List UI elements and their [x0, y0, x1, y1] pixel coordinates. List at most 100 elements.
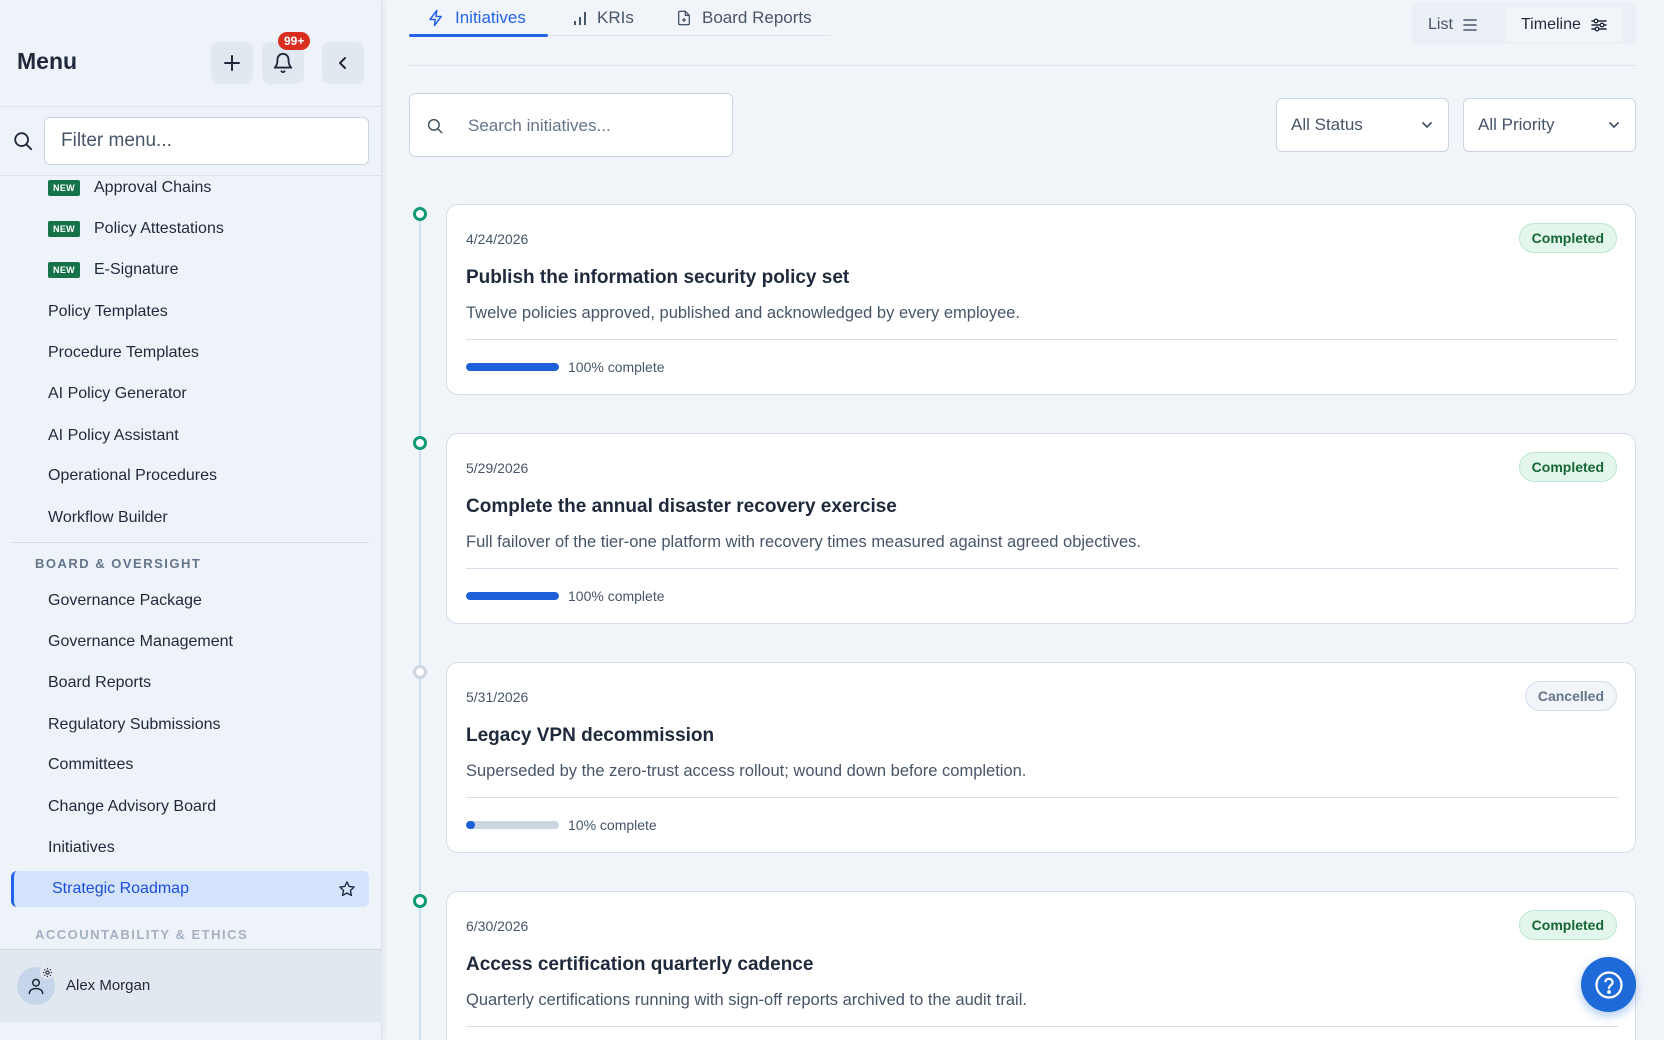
card-divider: [466, 797, 1618, 798]
list-icon: [1463, 19, 1477, 31]
chevron-down-icon: [1609, 122, 1619, 128]
sidebar-item-governance-management[interactable]: Governance Management: [48, 625, 233, 659]
sidebar-item-policy-templates[interactable]: Policy Templates: [48, 295, 168, 329]
add-button[interactable]: [211, 42, 253, 84]
chevron-down-icon: [1422, 122, 1432, 128]
sidebar-item-operational-procedures[interactable]: Operational Procedures: [48, 459, 217, 493]
collapse-sidebar-button[interactable]: [322, 42, 364, 84]
tab-label: Initiatives: [455, 8, 526, 27]
timeline-view-label: Timeline: [1521, 16, 1581, 33]
priority-filter-select[interactable]: All Priority: [1463, 98, 1636, 152]
initiative-card[interactable]: 6/30/2026 Completed Access certification…: [446, 891, 1636, 1040]
sidebar-item-label: Committees: [48, 756, 134, 773]
sidebar-item-initiatives[interactable]: Initiatives: [48, 831, 115, 865]
sidebar-item-workflow-builder[interactable]: Workflow Builder: [48, 501, 168, 535]
timeline-dot: [413, 436, 427, 450]
sidebar-item-label: Board Reports: [48, 674, 152, 691]
sidebar-item-e-signature[interactable]: NEW E-Signature: [48, 253, 179, 287]
search-icon: [427, 118, 443, 134]
progress-fill: [466, 363, 559, 371]
progress-label: 100% complete: [568, 588, 665, 604]
sidebar-item-label: Governance Package: [48, 592, 202, 609]
gear-icon: [42, 967, 52, 977]
sidebar-item-label: Policy Attestations: [94, 220, 224, 237]
sidebar-item-approval-chains[interactable]: NEW Approval Chains: [48, 171, 211, 205]
timeline-dot: [413, 207, 427, 221]
document-icon: [678, 10, 690, 26]
initiative-card[interactable]: 4/24/2026 Completed Publish the informat…: [446, 204, 1636, 395]
user-name: Alex Morgan: [66, 977, 151, 994]
initiative-card[interactable]: 5/31/2026 Cancelled Legacy VPN decommiss…: [446, 662, 1636, 853]
status-badge: Cancelled: [1524, 681, 1617, 711]
status-badge: Completed: [1518, 223, 1617, 253]
list-view-button[interactable]: List: [1412, 8, 1493, 42]
sidebar-item-label-active: Strategic Roadmap: [52, 880, 189, 897]
initiative-date: 6/30/2026: [466, 918, 529, 934]
new-badge: NEW: [48, 262, 80, 278]
sidebar-item-ai-policy-generator[interactable]: AI Policy Generator: [48, 377, 187, 411]
initiative-description: Full failover of the tier-one platform w…: [466, 533, 1141, 551]
status-badge: Completed: [1518, 910, 1617, 940]
tab-board-reports[interactable]: Board Reports: [676, 3, 812, 33]
sidebar-item-label: Regulatory Submissions: [48, 716, 221, 733]
section-label-board-oversight: BOARD & OVERSIGHT: [35, 556, 202, 571]
search-input[interactable]: [468, 112, 718, 140]
bolt-icon: [429, 9, 442, 27]
sidebar-item-procedure-templates[interactable]: Procedure Templates: [48, 336, 199, 370]
sidebar-item-label: Initiatives: [48, 839, 115, 856]
new-badge: NEW: [48, 180, 80, 196]
progress-fill: [466, 821, 476, 829]
status-filter-value: All Status: [1291, 115, 1363, 134]
progress-bar: [466, 821, 559, 829]
sliders-icon: [1591, 18, 1607, 32]
notification-count-badge: 99+: [278, 32, 311, 50]
sidebar-item-label: AI Policy Assistant: [48, 427, 179, 444]
sidebar-item-ai-policy-assistant[interactable]: AI Policy Assistant: [48, 419, 179, 453]
progress-label: 10% complete: [568, 817, 657, 833]
sidebar-item-change-advisory-board[interactable]: Change Advisory Board: [48, 790, 216, 824]
initiative-card[interactable]: 5/29/2026 Completed Complete the annual …: [446, 433, 1636, 624]
timeline-dot: [413, 894, 427, 908]
timeline-view-button[interactable]: Timeline: [1505, 8, 1623, 42]
card-divider: [466, 1026, 1618, 1027]
user-footer[interactable]: [0, 949, 382, 1022]
status-badge: Completed: [1518, 452, 1617, 482]
section-divider: [11, 542, 369, 543]
sidebar-item-board-reports[interactable]: Board Reports: [48, 666, 151, 700]
initiative-date: 5/29/2026: [466, 460, 529, 476]
active-tab-indicator: [409, 34, 548, 37]
status-filter-select[interactable]: All Status: [1276, 98, 1449, 152]
tab-label: KRIs: [597, 8, 634, 27]
search-initiatives: [409, 93, 733, 157]
tab-kris[interactable]: KRIs: [573, 3, 634, 33]
filter-menu-input[interactable]: [44, 117, 369, 165]
sidebar-title: Menu: [17, 48, 78, 74]
bar-chart-icon: [574, 12, 586, 25]
timeline-line: [419, 205, 421, 1040]
sidebar-item-committees[interactable]: Committees: [48, 748, 133, 782]
sidebar-item-label: Procedure Templates: [48, 344, 199, 361]
plus-icon: [224, 55, 240, 71]
timeline-dot-cancelled: [413, 665, 427, 679]
tab-initiatives[interactable]: Initiatives: [427, 3, 526, 33]
tab-label: Board Reports: [702, 8, 812, 27]
sidebar-item-label: E-Signature: [94, 261, 179, 278]
initiative-description: Quarterly certifications running with si…: [466, 991, 1027, 1009]
sidebar-item-regulatory-submissions[interactable]: Regulatory Submissions: [48, 708, 221, 742]
progress-bar: [466, 363, 559, 371]
help-button[interactable]: [1581, 957, 1636, 1012]
priority-filter-value: All Priority: [1478, 115, 1555, 134]
help-icon: [1594, 970, 1623, 999]
sidebar-item-label: AI Policy Generator: [48, 385, 187, 402]
progress-label: 100% complete: [568, 359, 665, 375]
initiative-description: Superseded by the zero-trust access roll…: [466, 762, 1027, 780]
initiative-title: Publish the information security policy …: [466, 267, 850, 288]
sidebar-item-label: Policy Templates: [48, 303, 168, 320]
sidebar-header: Menu: [0, 0, 382, 107]
search-icon: [14, 132, 33, 151]
sidebar-item-governance-package[interactable]: Governance Package: [48, 584, 202, 618]
sidebar-item-policy-attestations[interactable]: NEW Policy Attestations: [48, 212, 224, 246]
star-icon[interactable]: [338, 880, 356, 898]
initiative-title: Access certification quarterly cadence: [466, 954, 814, 975]
initiative-date: 4/24/2026: [466, 231, 529, 247]
